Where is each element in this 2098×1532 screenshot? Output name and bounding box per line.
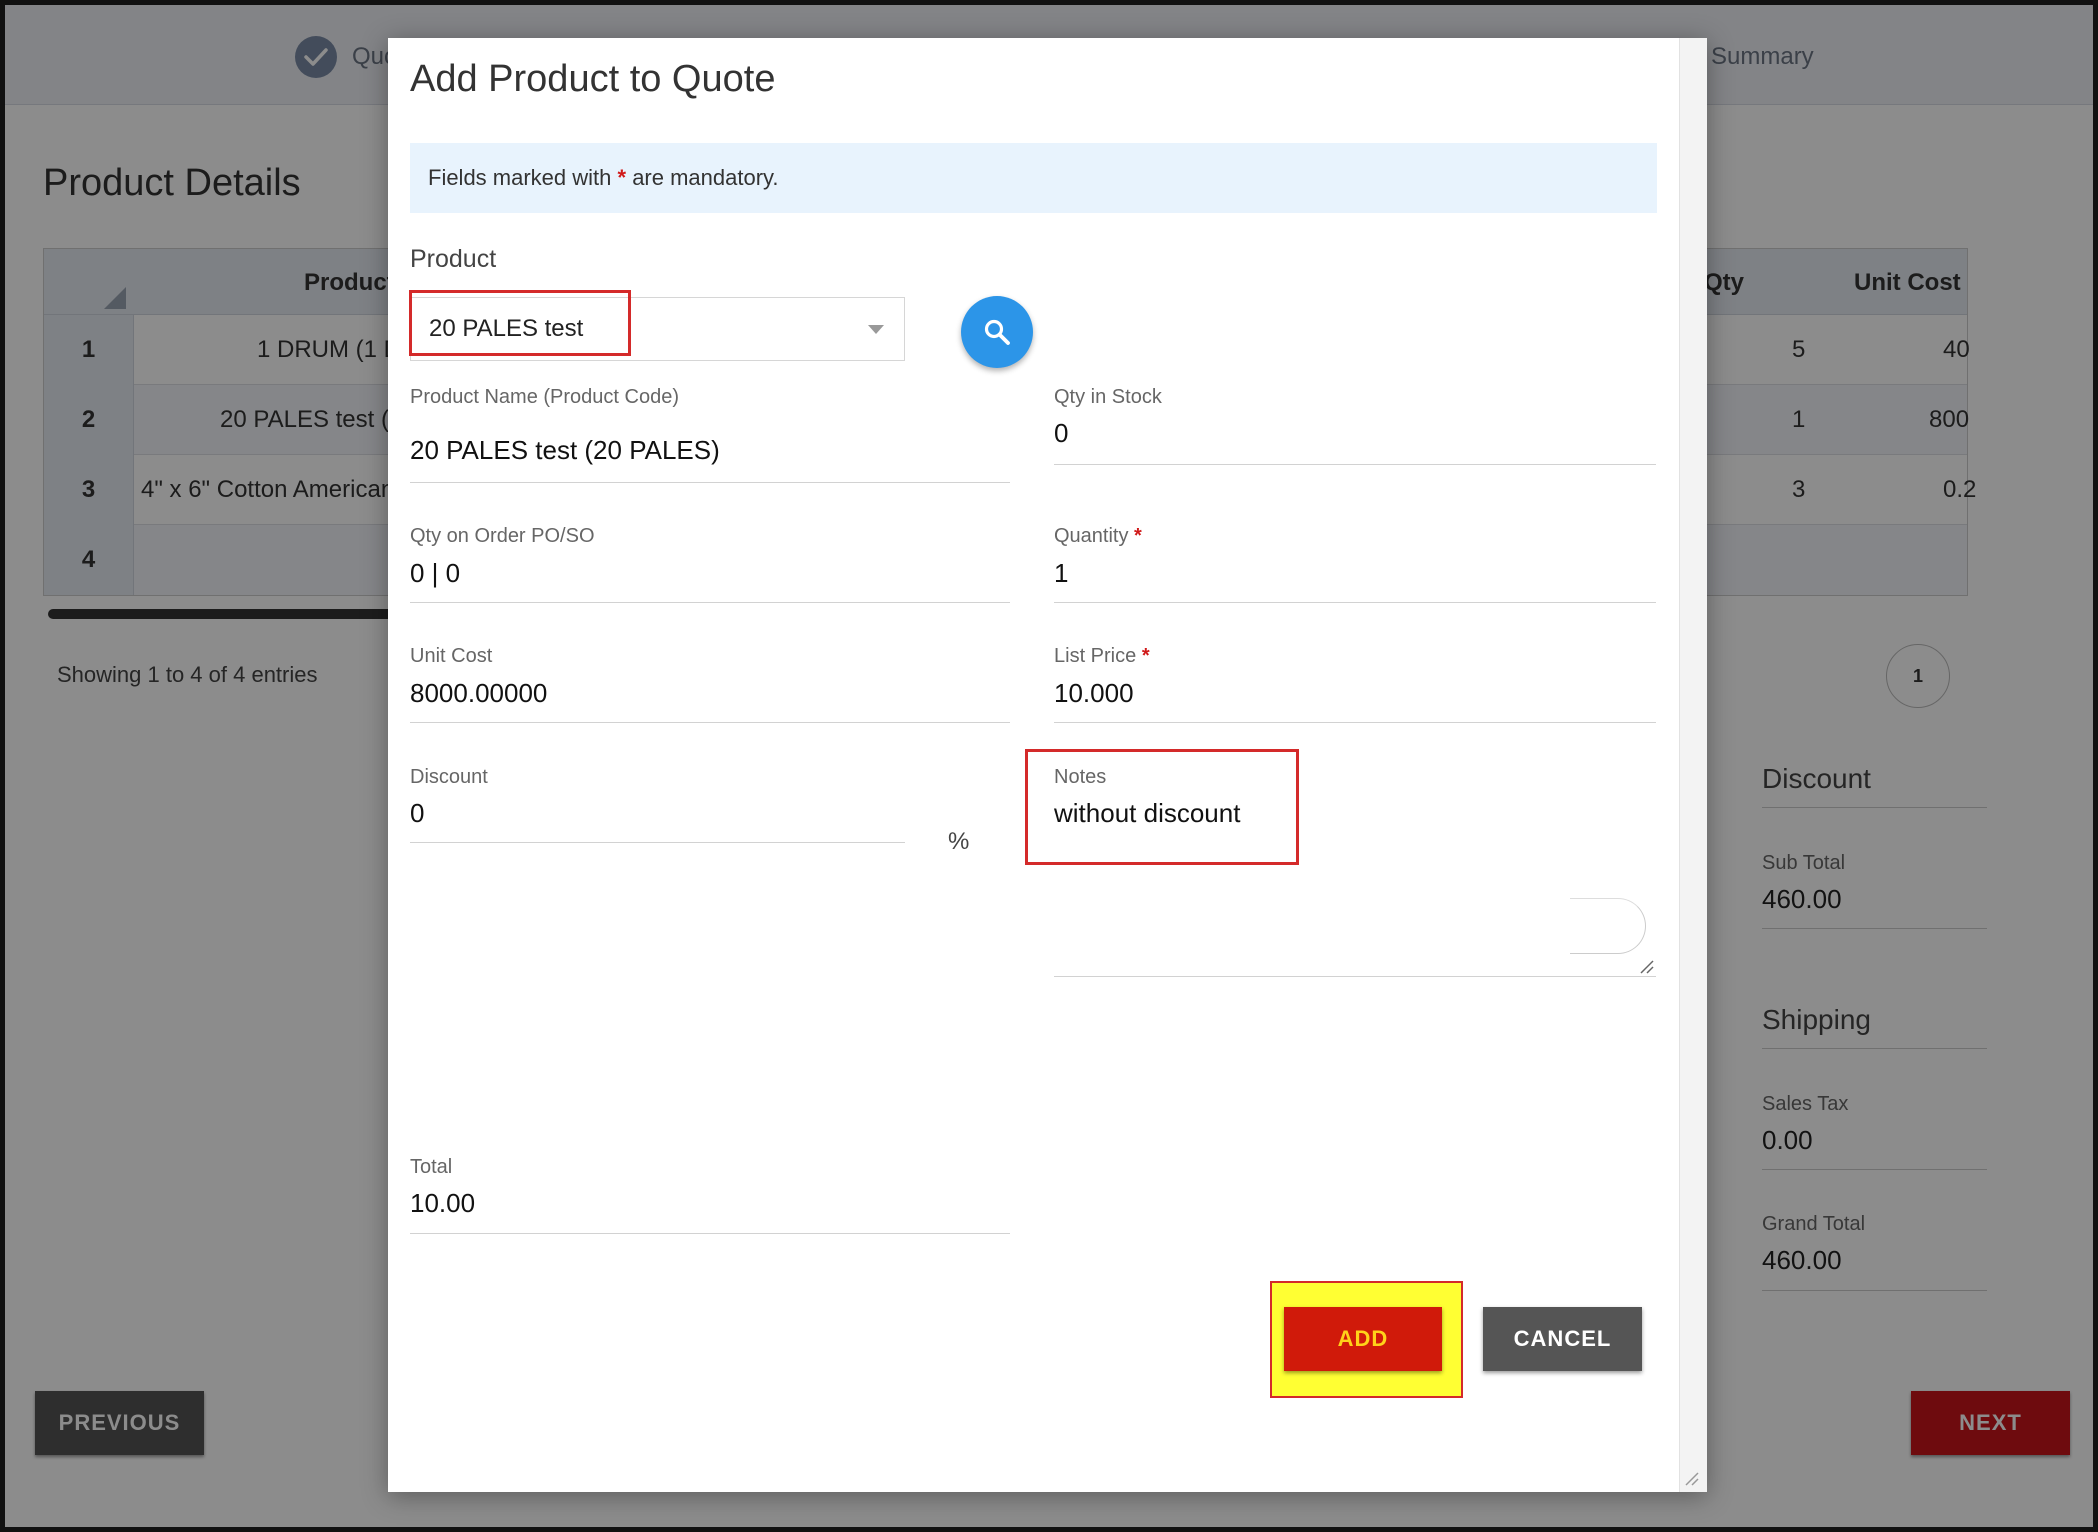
- divider: [410, 482, 1010, 483]
- mandatory-info-banner: Fields marked with * are mandatory.: [410, 143, 1657, 213]
- quantity-label-text: Quantity: [1054, 525, 1129, 547]
- list-price-label: List Price *: [1054, 645, 1150, 668]
- add-button[interactable]: ADD: [1284, 1307, 1442, 1371]
- divider: [410, 722, 1010, 723]
- quantity-label: Quantity *: [1054, 525, 1142, 548]
- resize-handle-icon[interactable]: [1683, 1470, 1699, 1486]
- qty-in-stock-value: 0: [1054, 418, 1069, 448]
- required-star: *: [1141, 645, 1150, 667]
- divider: [1054, 976, 1656, 977]
- dialog-scrollbar[interactable]: [1679, 38, 1707, 1492]
- discount-percent-unit: %: [948, 828, 970, 855]
- list-price-input[interactable]: 10.000: [1054, 678, 1134, 709]
- cancel-button[interactable]: CANCEL: [1483, 1307, 1642, 1371]
- add-product-dialog: Add Product to Quote Fields marked with …: [388, 38, 1707, 1492]
- product-name-label: Product Name (Product Code): [410, 386, 680, 408]
- qty-on-order-label: Qty on Order PO/SO: [410, 525, 595, 547]
- divider: [1054, 602, 1656, 603]
- total-value: 10.00: [410, 1188, 476, 1218]
- search-icon: [984, 319, 1010, 345]
- dialog-title: Add Product to Quote: [410, 58, 776, 100]
- product-label: Product: [410, 245, 497, 273]
- notes-textarea[interactable]: [1054, 898, 1656, 978]
- qty-in-stock-label: Qty in Stock: [1054, 386, 1162, 408]
- discount-input[interactable]: 0: [410, 798, 424, 829]
- required-star: *: [1134, 525, 1142, 547]
- info-text-prefix: Fields marked with: [428, 165, 618, 190]
- resize-handle-icon[interactable]: [1638, 958, 1654, 974]
- total-label: Total: [410, 1156, 453, 1178]
- unit-cost-label: Unit Cost: [410, 645, 493, 667]
- required-star: *: [617, 165, 627, 190]
- list-price-label-text: List Price: [1054, 645, 1137, 667]
- divider: [410, 602, 1010, 603]
- notes-scroll-handle[interactable]: [1570, 898, 1646, 954]
- divider: [1054, 464, 1656, 465]
- notes-highlight-box: [1025, 749, 1299, 865]
- unit-cost-value: 8000.00000: [410, 678, 548, 708]
- product-name-value: 20 PALES test (20 PALES): [410, 435, 720, 465]
- product-search-button[interactable]: [961, 296, 1033, 368]
- divider: [410, 1233, 1010, 1234]
- discount-label: Discount: [410, 766, 488, 788]
- product-highlight-box: [409, 290, 631, 356]
- qty-on-order-value: 0 | 0: [410, 558, 461, 588]
- chevron-down-icon: [868, 325, 884, 334]
- divider: [410, 842, 905, 843]
- divider: [1054, 722, 1656, 723]
- info-text-suffix: are mandatory.: [626, 165, 779, 190]
- quantity-input[interactable]: 1: [1054, 558, 1068, 589]
